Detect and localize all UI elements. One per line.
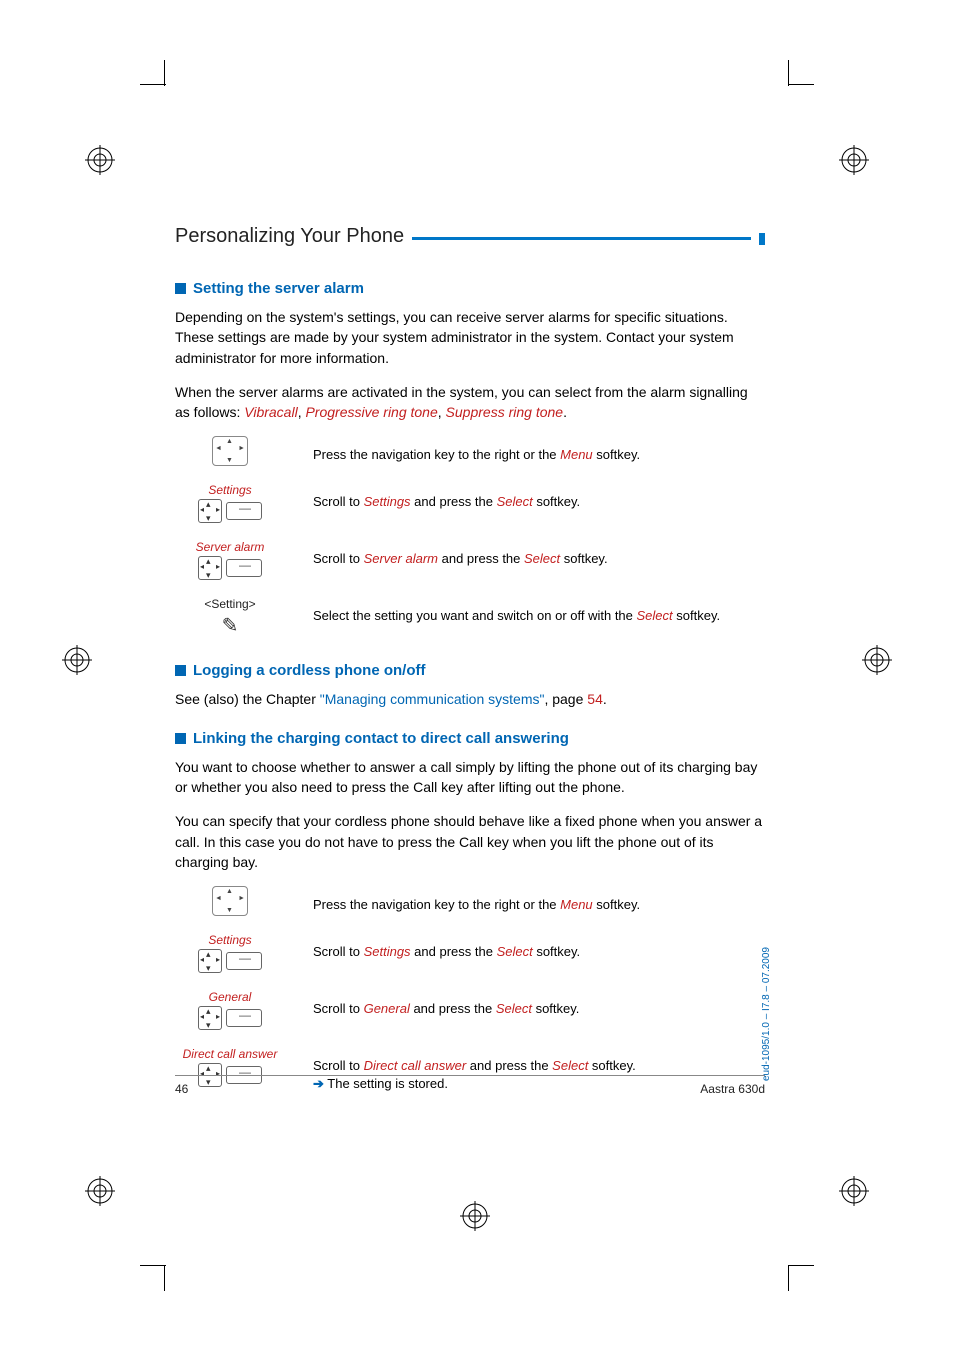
page-number: 46 (175, 1082, 188, 1096)
square-bullet-icon (175, 733, 186, 744)
page-content: Personalizing Your Phone Setting the ser… (175, 225, 765, 1118)
crop-mark-icon (140, 60, 166, 86)
registration-mark-icon (839, 145, 869, 175)
step-row: Server alarm ◂▸ Scroll to Server alarm a… (175, 540, 765, 583)
body-paragraph: You want to choose whether to answer a c… (175, 757, 765, 798)
step-description: Press the navigation key to the right or… (313, 886, 765, 914)
registration-mark-icon (839, 1176, 869, 1206)
step-row: Settings ◂▸ Scroll to Settings and press… (175, 483, 765, 526)
step-description: Scroll to General and press the Select s… (313, 990, 765, 1018)
step-caption: Server alarm (175, 540, 285, 554)
registration-mark-icon (62, 645, 92, 675)
square-bullet-icon (175, 665, 186, 676)
navigation-key-icon: ◄► (212, 886, 248, 916)
heading-logging: Logging a cordless phone on/off (175, 662, 765, 679)
step-description: Scroll to Settings and press the Select … (313, 483, 765, 511)
dpad-softkey-icon: ◂▸ (198, 556, 262, 580)
product-model: Aastra 630d (700, 1082, 765, 1096)
registration-mark-icon (862, 645, 892, 675)
step-caption: <Setting> (175, 597, 285, 611)
cross-reference-link[interactable]: "Managing communication systems" (320, 691, 545, 707)
crop-mark-icon (788, 1265, 814, 1291)
page-footer: 46 Aastra 630d (175, 1082, 765, 1096)
step-row: ◄► Press the navigation key to the right… (175, 886, 765, 919)
dpad-softkey-icon: ◂▸ (198, 1006, 262, 1030)
heading-server-alarm: Setting the server alarm (175, 280, 765, 297)
body-paragraph: When the server alarms are activated in … (175, 382, 765, 423)
body-paragraph: You can specify that your cordless phone… (175, 811, 765, 872)
step-row: ◄► Press the navigation key to the right… (175, 436, 765, 469)
step-caption: Direct call answer (175, 1047, 285, 1061)
document-revision: eud-1095/1.0 – I7.8 – 07.2009 (761, 947, 772, 1081)
body-paragraph: See (also) the Chapter "Managing communi… (175, 689, 765, 709)
step-row: Settings ◂▸ Scroll to Settings and press… (175, 933, 765, 976)
steps-charging: ◄► Press the navigation key to the right… (175, 886, 765, 1093)
crop-mark-icon (140, 1265, 166, 1291)
crop-mark-icon (788, 60, 814, 86)
navigation-key-icon: ◄► (212, 436, 248, 466)
registration-mark-icon (460, 1201, 490, 1231)
square-bullet-icon (175, 283, 186, 294)
dpad-softkey-icon: ◂▸ (198, 949, 262, 973)
step-description: Press the navigation key to the right or… (313, 436, 765, 464)
step-description: Select the setting you want and switch o… (313, 597, 765, 625)
pen-icon: ✎ (222, 615, 239, 637)
steps-server-alarm: ◄► Press the navigation key to the right… (175, 436, 765, 638)
step-caption: Settings (175, 933, 285, 947)
step-row: <Setting> ✎ Select the setting you want … (175, 597, 765, 638)
body-paragraph: Depending on the system's settings, you … (175, 307, 765, 368)
section-title-bar: Personalizing Your Phone (175, 225, 765, 252)
page-reference: 54 (587, 691, 603, 707)
step-caption: Settings (175, 483, 285, 497)
step-description: Scroll to Server alarm and press the Sel… (313, 540, 765, 568)
footer-rule (175, 1075, 765, 1076)
registration-mark-icon (85, 1176, 115, 1206)
heading-charging: Linking the charging contact to direct c… (175, 730, 765, 747)
step-description: Scroll to Settings and press the Select … (313, 933, 765, 961)
page-title: Personalizing Your Phone (175, 225, 404, 248)
step-row: General ◂▸ Scroll to General and press t… (175, 990, 765, 1033)
registration-mark-icon (85, 145, 115, 175)
step-caption: General (175, 990, 285, 1004)
dpad-softkey-icon: ◂▸ (198, 499, 262, 523)
